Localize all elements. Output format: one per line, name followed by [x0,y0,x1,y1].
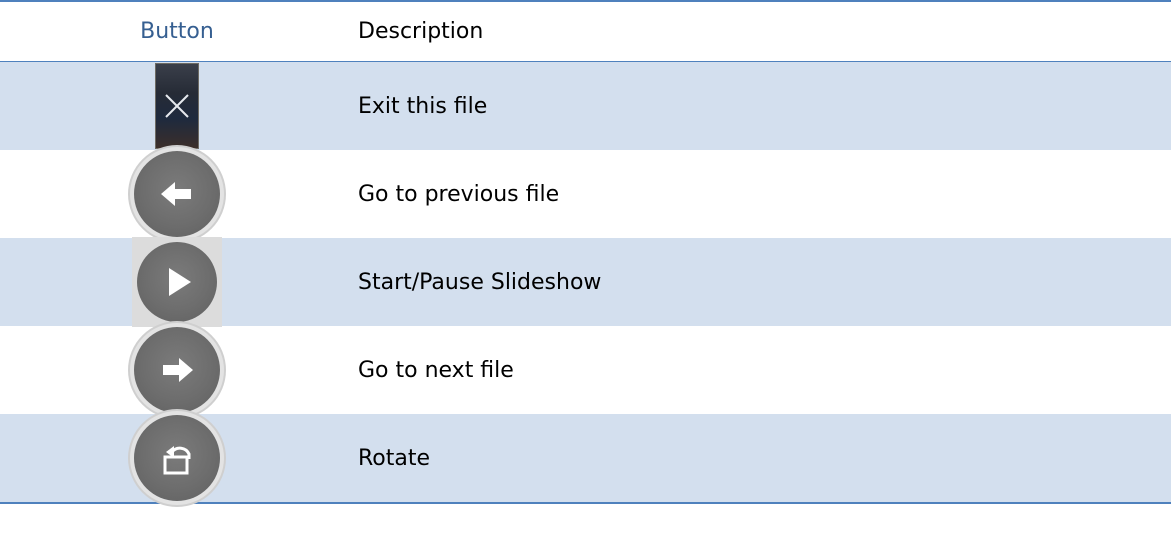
description-cell: Exit this file [354,94,1171,119]
button-cell [0,237,354,327]
table-row: Go to previous file [0,150,1171,238]
row-description: Go to previous file [358,181,560,207]
rotate-circle-icon [134,415,220,501]
button-description-table: Button Description Exit this file Go to … [0,0,1171,504]
table-row: Rotate [0,414,1171,502]
table-row: Go to next file [0,326,1171,414]
play-icon-background [132,237,222,327]
close-x-icon [155,63,199,149]
row-description: Exit this file [358,93,488,119]
button-cell [0,63,354,149]
description-cell: Go to next file [354,358,1171,383]
description-cell: Rotate [354,446,1171,471]
table-row: Exit this file [0,62,1171,150]
button-cell [0,415,354,501]
header-button-label: Button [140,19,214,44]
row-description: Rotate [358,445,431,471]
header-description-label: Description [358,19,484,44]
close-x-glyph [165,94,189,118]
arrow-right-glyph [163,358,193,382]
header-button-cell: Button [0,19,354,44]
arrow-right-circle-icon [134,327,220,413]
row-description: Start/Pause Slideshow [358,269,602,295]
description-cell: Start/Pause Slideshow [354,270,1171,295]
header-description-cell: Description [354,19,1171,44]
arrow-left-circle-icon [134,151,220,237]
table-header-row: Button Description [0,2,1171,62]
table-row: Start/Pause Slideshow [0,237,1171,327]
play-circle-icon [137,242,217,322]
button-cell [0,327,354,413]
description-cell: Go to previous file [354,182,1171,207]
rotate-glyph [163,446,191,475]
play-triangle-glyph [169,268,191,296]
row-description: Go to next file [358,357,514,383]
arrow-left-glyph [161,182,191,206]
button-cell [0,151,354,237]
